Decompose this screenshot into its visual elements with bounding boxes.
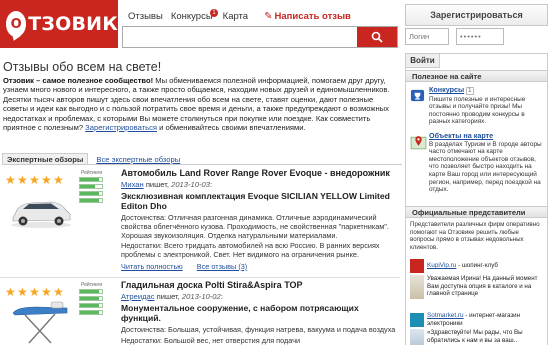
register-button[interactable]: Зарегистрироваться xyxy=(405,4,548,26)
star-icon: ★ xyxy=(29,285,40,299)
top-navigation: Отзывы Конкурсы 1 Карта ✎ Написать отзыв xyxy=(128,8,351,22)
rating-bar xyxy=(79,184,103,189)
review-meta: Атреидас пишет, 2013-10-02: xyxy=(121,292,223,301)
map-block: Объекты на карте В разделах Туризм и В г… xyxy=(410,132,544,194)
sotmarket-logo-icon xyxy=(410,312,424,327)
password-field[interactable] xyxy=(456,28,504,45)
all-expert-reviews-link[interactable]: Все экспертные обзоры xyxy=(96,155,180,164)
review-subject: Эксклюзивная комплектация Evoque SICILIA… xyxy=(121,191,390,211)
review-title[interactable]: Автомобиль Land Rover Range Rover Evoque… xyxy=(121,168,401,178)
car-image[interactable] xyxy=(7,192,75,230)
nav-contests[interactable]: Конкурсы 1 xyxy=(170,8,218,22)
search-input[interactable] xyxy=(123,27,357,47)
review-meta: Михан пишет, 2013-10-03: xyxy=(121,180,213,189)
author-link[interactable]: Михан xyxy=(121,180,144,189)
write-review-link[interactable]: ✎ Написать отзыв xyxy=(264,11,351,22)
rating-bar xyxy=(79,191,103,196)
intro-paragraph: Отзовик – самое полезное сообщество! Мы … xyxy=(3,76,400,132)
rating-bar xyxy=(79,177,103,182)
map-pin-icon xyxy=(410,136,427,150)
intro-register-link[interactable]: Зарегистрироваться xyxy=(85,123,157,132)
star-icon: ★ xyxy=(5,285,16,299)
kupivip-avatar xyxy=(410,275,424,299)
contests-block: Конкурсы 1 Пишите полезные и интересные о… xyxy=(410,86,544,126)
review-date: 2013-10-03 xyxy=(171,180,210,189)
ratings-label: Рейтинги xyxy=(81,282,103,288)
tab-divider xyxy=(2,164,402,165)
site-logo[interactable]: О ТЗОВИК xyxy=(0,0,118,48)
review-pros: Достоинства: Большая, устойчивая, функци… xyxy=(121,325,396,334)
kupivip-logo-icon xyxy=(410,259,424,273)
review-links: Читать полностью Все отзывы (3) xyxy=(121,262,401,271)
sotmarket-text: «Здравствуйте! Мы рады, что Вы обратилис… xyxy=(427,329,523,344)
trophy-icon xyxy=(410,89,425,102)
logo-text: ТЗОВИК xyxy=(28,13,118,35)
review-title[interactable]: Гладильная доска Polti Stira&Aspira TOP xyxy=(121,280,401,290)
star-icon: ★ xyxy=(29,173,40,187)
read-more-link[interactable]: Читать полностью xyxy=(121,262,183,271)
rating-bar xyxy=(79,296,103,301)
ironing-board-image[interactable] xyxy=(7,299,75,345)
review-divider xyxy=(0,277,400,278)
official-header: Официальные представители xyxy=(406,206,547,218)
star-icon: ★ xyxy=(53,173,64,187)
official-item-sotmarket: Sotmarket.ru - интернет-магазин электрон… xyxy=(410,312,544,345)
useful-header: Полезное на сайте xyxy=(406,70,547,82)
review-cons: Недостатки: Всего тридцать автомобилей н… xyxy=(121,241,380,260)
logo-bubble-icon: О xyxy=(6,11,27,37)
right-sidebar: Войти Полезное на сайте Конкурсы 1 Пишите… xyxy=(405,53,548,345)
rating-bar xyxy=(79,310,103,315)
search-bar xyxy=(122,26,398,48)
sotmarket-avatar xyxy=(410,329,424,345)
rating-stars: ★ ★ ★ ★ ★ xyxy=(5,286,65,298)
star-icon: ★ xyxy=(41,173,52,187)
all-reviews-link[interactable]: Все отзывы (3) xyxy=(197,262,248,271)
nav-reviews[interactable]: Отзывы xyxy=(128,11,163,22)
official-item-kupivip: KupiVip.ru - шопинг-клуб Уважаемая Ирина… xyxy=(410,259,544,299)
review-date: 2013-10-02 xyxy=(181,292,221,301)
star-icon: ★ xyxy=(41,285,52,299)
sotmarket-link[interactable]: Sotmarket.ru xyxy=(427,312,464,319)
rating-bars xyxy=(79,289,103,317)
star-icon: ★ xyxy=(17,173,28,187)
intro-tail: и обменивайтесь своими впечатлениями. xyxy=(156,123,306,133)
kupivip-text: Уважаемая Ирина! На данный момент Вам до… xyxy=(427,275,538,297)
write-review-label: Написать отзыв xyxy=(274,10,351,22)
rating-bar xyxy=(79,198,103,203)
contests-count-badge: 1 xyxy=(210,8,218,17)
kupivip-link[interactable]: KupiVip.ru xyxy=(427,262,456,269)
contests-count: 1 xyxy=(466,87,474,95)
review-cons: Недостатки: Большой вес, нет отверстия д… xyxy=(121,335,301,345)
ratings-label: Рейтинги xyxy=(81,170,103,176)
nav-contests-label: Конкурсы xyxy=(170,10,213,22)
contests-link[interactable]: Конкурсы xyxy=(429,85,464,94)
rating-stars: ★ ★ ★ ★ ★ xyxy=(5,174,65,186)
page-tagline: Отзывы обо всем на свете! xyxy=(3,60,162,74)
login-button[interactable]: Войти xyxy=(406,54,440,68)
map-desc: В разделах Туризм и В городе авторы част… xyxy=(429,140,542,194)
rating-bar xyxy=(79,289,103,294)
pen-icon: ✎ xyxy=(264,10,273,22)
search-icon xyxy=(371,31,383,43)
search-button[interactable] xyxy=(357,27,397,47)
nav-map[interactable]: Карта xyxy=(223,11,248,22)
login-field[interactable] xyxy=(405,28,449,45)
star-icon: ★ xyxy=(53,285,64,299)
intro-bold: Отзовик – самое полезное сообщество! xyxy=(3,76,154,85)
author-link[interactable]: Атреидас xyxy=(121,292,155,301)
review-pros: Достоинства: Отличная разгонная динамика… xyxy=(121,213,389,240)
star-icon: ★ xyxy=(5,173,16,187)
rating-bar xyxy=(79,303,103,308)
star-icon: ★ xyxy=(17,285,28,299)
official-desc: Представители различных фирм оперативно … xyxy=(410,221,540,251)
review-subject: Монументальное сооружение, с набором пот… xyxy=(121,303,359,323)
contests-desc: Пишите полезные и интересные отзывы и по… xyxy=(429,95,526,126)
map-link[interactable]: Объекты на карте xyxy=(429,131,493,140)
rating-bars xyxy=(79,177,103,205)
